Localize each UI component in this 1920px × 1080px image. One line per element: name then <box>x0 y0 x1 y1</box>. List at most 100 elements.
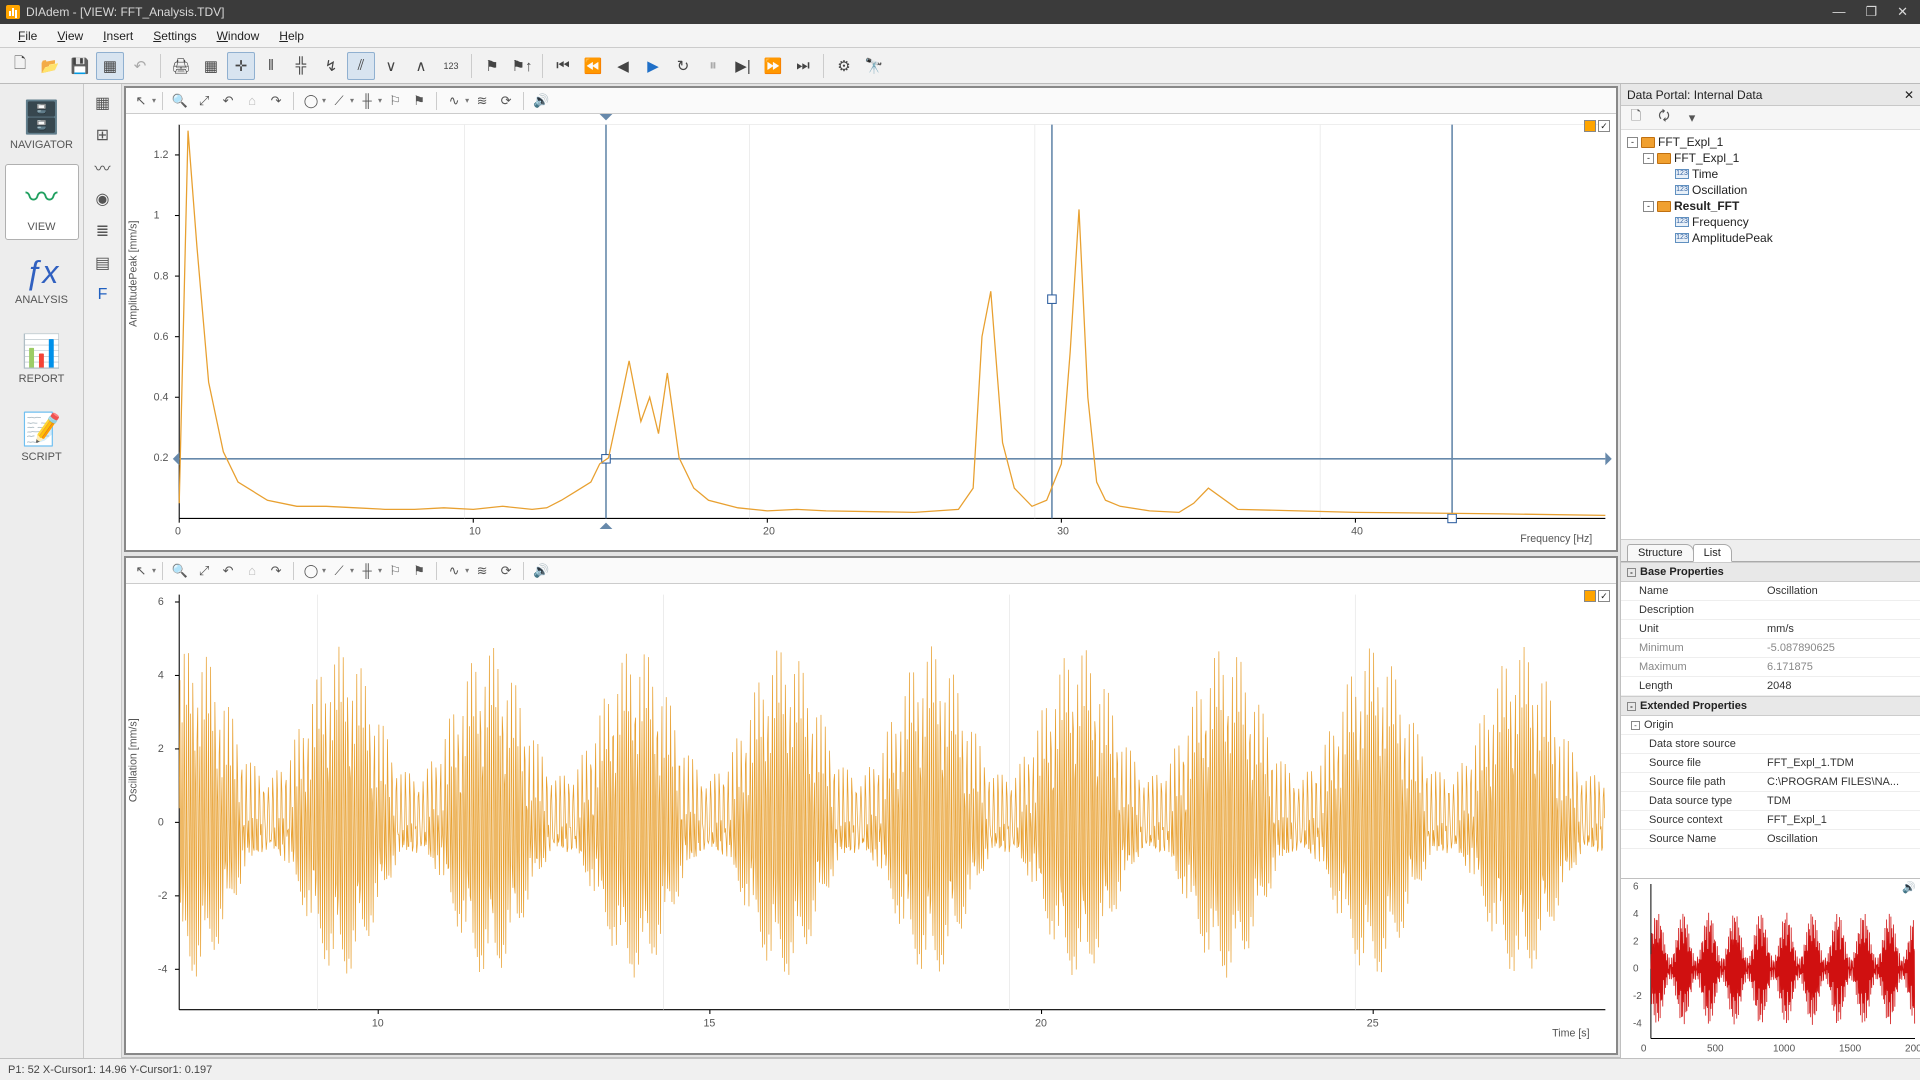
close-button[interactable]: ✕ <box>1897 4 1908 20</box>
legend-cursor-button[interactable]: 123 <box>437 52 465 80</box>
legend-toggle[interactable]: ✓ <box>1584 120 1610 132</box>
layout-chart-icon[interactable]: 〰 <box>88 152 118 182</box>
extended-properties-header[interactable]: -Extended Properties <box>1621 696 1920 716</box>
prop-row[interactable]: Data store source <box>1621 735 1920 754</box>
zoom-in-icon[interactable]: 🔍 <box>169 90 191 112</box>
prop-row[interactable]: Source NameOscillation <box>1621 830 1920 849</box>
skip-last-button[interactable]: ⏭ <box>789 52 817 80</box>
zoom-fit-icon[interactable]: ⌂ <box>241 90 263 112</box>
line-style-icon[interactable]: ⟋ <box>328 90 350 112</box>
step-fwd-button[interactable]: ▶| <box>729 52 757 80</box>
pause-button[interactable]: ⏸ <box>699 52 727 80</box>
tree-node[interactable]: 123AmplitudePeak <box>1623 230 1918 246</box>
binoculars-button[interactable]: 🔭 <box>860 52 888 80</box>
filter-icon[interactable]: ▾ <box>1681 107 1703 129</box>
cursor-tool-icon[interactable]: ↖ <box>130 560 152 582</box>
zoom-out-icon[interactable]: ⤢ <box>193 560 215 582</box>
preview-sound-icon[interactable]: 🔊 <box>1902 881 1916 894</box>
step-back-button[interactable]: ◀ <box>609 52 637 80</box>
print-button[interactable]: 🖨 <box>167 52 195 80</box>
nav-analysis[interactable]: ƒx ANALYSIS <box>5 242 79 318</box>
menu-file[interactable]: File <box>10 27 45 45</box>
fast-fwd-button[interactable]: ⏩ <box>759 52 787 80</box>
dropdown-icon[interactable]: ▾ <box>350 566 354 575</box>
dropdown-icon[interactable]: ▾ <box>152 566 156 575</box>
refresh-icon[interactable]: ⟳ <box>495 560 517 582</box>
zoom-redo-icon[interactable]: ↷ <box>265 560 287 582</box>
zoom-undo-icon[interactable]: ↶ <box>217 90 239 112</box>
open-button[interactable]: 📂 <box>36 52 64 80</box>
sound-icon[interactable]: 🔊 <box>530 560 552 582</box>
dropdown-icon[interactable]: ▾ <box>378 96 382 105</box>
prop-row[interactable]: Description <box>1621 601 1920 620</box>
table-button[interactable]: ▦ <box>197 52 225 80</box>
harmonic-cursor-button[interactable]: ⫽ <box>347 52 375 80</box>
minimize-button[interactable]: — <box>1832 4 1845 20</box>
marker-icon[interactable]: ◯ <box>300 560 322 582</box>
close-panel-icon[interactable]: ✕ <box>1904 88 1914 102</box>
new-group-icon[interactable]: 🗋 <box>1625 107 1647 129</box>
maximize-button[interactable]: ❐ <box>1865 4 1877 20</box>
chart-panel-fft[interactable]: ↖▾ 🔍 ⤢ ↶ ⌂ ↷ ◯▾ ⟋▾ ╫▾ ⚐ ⚑ ∿▾ ≋ ⟳ 🔊 <box>124 86 1618 552</box>
curve-icon[interactable]: ∿ <box>443 90 465 112</box>
chart-panel-time[interactable]: ↖▾ 🔍 ⤢ ↶ ⌂ ↷ ◯▾ ⟋▾ ╫▾ ⚐ ⚑ ∿▾ ≋ ⟳ 🔊 <box>124 556 1618 1054</box>
tree-node[interactable]: -FFT_Expl_1 <box>1623 150 1918 166</box>
tree-node[interactable]: 123Frequency <box>1623 214 1918 230</box>
prop-row[interactable]: -Origin <box>1621 716 1920 735</box>
curve-cursor-button[interactable]: ↯ <box>317 52 345 80</box>
layout-list-icon[interactable]: ≣ <box>88 216 118 246</box>
zoom-undo-icon[interactable]: ↶ <box>217 560 239 582</box>
refresh-icon[interactable]: ⟳ <box>495 90 517 112</box>
zoom-in-icon[interactable]: 🔍 <box>169 560 191 582</box>
chart-fft-plot[interactable]: ✓ 0.20.40.60.811.2 <box>126 114 1616 550</box>
max-cursor-button[interactable]: ∧ <box>407 52 435 80</box>
layout-polar-icon[interactable]: ◉ <box>88 184 118 214</box>
menu-window[interactable]: Window <box>209 27 268 45</box>
dropdown-icon[interactable]: ▾ <box>322 96 326 105</box>
curve-icon[interactable]: ∿ <box>443 560 465 582</box>
tree-node[interactable]: -FFT_Expl_1 <box>1623 134 1918 150</box>
refresh-tree-icon[interactable]: 🗘 <box>1653 107 1675 129</box>
flag-rise-button[interactable]: ⚑↑ <box>508 52 536 80</box>
prop-row[interactable]: Source file pathC:\PROGRAM FILES\NA... <box>1621 773 1920 792</box>
tab-structure[interactable]: Structure <box>1627 544 1694 562</box>
dropdown-icon[interactable]: ▾ <box>465 96 469 105</box>
nav-report[interactable]: 📊 REPORT <box>5 320 79 396</box>
flag2-icon[interactable]: ⚑ <box>408 560 430 582</box>
rewind-button[interactable]: ⏪ <box>579 52 607 80</box>
play-button[interactable]: ▶ <box>639 52 667 80</box>
dropdown-icon[interactable]: ▾ <box>350 96 354 105</box>
prop-row[interactable]: Source fileFFT_Expl_1.TDM <box>1621 754 1920 773</box>
tree-node[interactable]: -Result_FFT <box>1623 198 1918 214</box>
prop-row[interactable]: NameOscillation <box>1621 582 1920 601</box>
prop-row[interactable]: Length2048 <box>1621 677 1920 696</box>
curve2-icon[interactable]: ≋ <box>471 560 493 582</box>
zoom-redo-icon[interactable]: ↷ <box>265 90 287 112</box>
prop-row[interactable]: Data source typeTDM <box>1621 792 1920 811</box>
nav-script[interactable]: 📝 SCRIPT <box>5 398 79 474</box>
grid-icon[interactable]: ╫ <box>356 560 378 582</box>
nav-view[interactable]: 〰 VIEW <box>5 164 79 240</box>
prop-row[interactable]: Maximum6.171875 <box>1621 658 1920 677</box>
dropdown-icon[interactable]: ▾ <box>322 566 326 575</box>
layout-grid-icon[interactable]: ▦ <box>88 88 118 118</box>
tree-node[interactable]: 123Time <box>1623 166 1918 182</box>
flag-icon[interactable]: ⚐ <box>384 90 406 112</box>
layout-cascade-icon[interactable]: ▤ <box>88 248 118 278</box>
channel-tree[interactable]: -FFT_Expl_1-FFT_Expl_1123Time123Oscillat… <box>1621 130 1920 540</box>
curve2-icon[interactable]: ≋ <box>471 90 493 112</box>
loop-button[interactable]: ↻ <box>669 52 697 80</box>
min-cursor-button[interactable]: ∨ <box>377 52 405 80</box>
nav-navigator[interactable]: 🗄️ NAVIGATOR <box>5 86 79 162</box>
prop-row[interactable]: Source contextFFT_Expl_1 <box>1621 811 1920 830</box>
dropdown-icon[interactable]: ▾ <box>465 566 469 575</box>
line-style-icon[interactable]: ⟋ <box>328 560 350 582</box>
zoom-out-icon[interactable]: ⤢ <box>193 90 215 112</box>
tree-node[interactable]: 123Oscillation <box>1623 182 1918 198</box>
cursor-tool-icon[interactable]: ↖ <box>130 90 152 112</box>
dropdown-icon[interactable]: ▾ <box>378 566 382 575</box>
menu-help[interactable]: Help <box>271 27 312 45</box>
cursor-mode-button[interactable]: ✛ <box>227 52 255 80</box>
layout-2d-icon[interactable]: ⊞ <box>88 120 118 150</box>
flag-set-button[interactable]: ⚑ <box>478 52 506 80</box>
